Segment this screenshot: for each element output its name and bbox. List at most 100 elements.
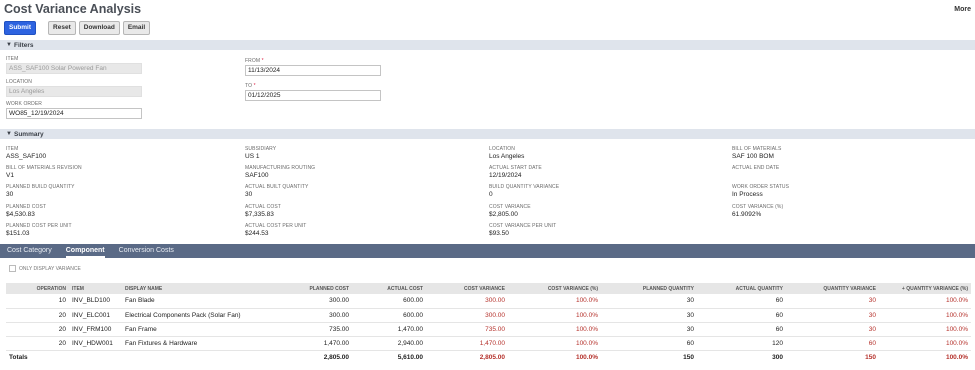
summary-field-value: 30 [245,191,253,198]
totals-cell [69,350,122,364]
tab-cost-category[interactable]: Cost Category [7,244,52,258]
table-cell: 10 [6,294,69,309]
summary-field-label: BUILD QUANTITY VARIANCE [489,184,560,190]
summary-field-value: 61.9092% [732,211,762,218]
table-cell: 300.00 [426,308,508,323]
summary-field-value: 12/19/2024 [489,172,522,179]
table-cell: 60 [786,336,879,351]
table-cell: 100.0% [508,336,601,351]
summary-field-label: BILL OF MATERIALS REVISION [6,165,82,171]
table-cell: 735.00 [426,322,508,337]
download-button[interactable]: Download [78,21,120,35]
summary-field-label: ACTUAL COST PER UNIT [245,223,307,229]
to-label-text: TO [245,83,253,89]
summary-field-label: PLANNED COST [6,204,47,210]
summary-field-value: Los Angeles [489,153,525,160]
totals-cell [122,350,287,364]
summary-field-value: $151.03 [6,230,30,237]
table-cell: 1,470.00 [426,336,508,351]
page-title: Cost Variance Analysis [4,2,142,16]
summary-field-label: ACTUAL COST [245,204,281,210]
table-cell: 30 [601,308,697,323]
filter-to-label: TO * [245,83,381,89]
location-field: Los Angeles [6,86,142,97]
required-marker: * [261,58,264,64]
table-cell: 60 [697,322,786,337]
reset-button[interactable]: Reset [48,21,76,35]
filter-from: FROM * 11/13/2024 [245,58,381,76]
column-header[interactable]: COST VARIANCE [426,283,508,294]
summary-field: ACTUAL COST $7,335.83 [245,204,281,218]
summary-field: COST VARIANCE (%) 61.9092% [732,204,783,218]
from-date-field[interactable]: 11/13/2024 [245,65,381,76]
tab-conversion-costs[interactable]: Conversion Costs [119,244,174,258]
table-cell: 100.0% [879,336,971,351]
totals-cell: 150 [683,353,694,361]
summary-field-label: ACTUAL END DATE [732,165,780,171]
totals-cell: 5,610.00 [397,353,423,361]
filter-location-label: LOCATION [6,79,32,85]
table-cell: 20 [6,336,69,351]
totals-cell: 150 [865,353,876,361]
totals-cell: 300 [772,353,783,361]
column-header[interactable]: DISPLAY NAME [122,283,287,294]
summary-field-label: COST VARIANCE (%) [732,204,784,210]
required-marker: * [253,83,256,89]
summary-field: ACTUAL COST PER UNIT $244.53 [245,223,306,237]
summary-field-label: PLANNED COST PER UNIT [6,223,72,229]
summary-field-value: $244.53 [245,230,269,237]
summary-field-label: COST VARIANCE PER UNIT [489,223,557,229]
summary-section-header[interactable]: ▼ Summary [0,129,975,139]
summary-field: BILL OF MATERIALS REVISION V1 [6,165,82,179]
table-cell: 60 [697,294,786,309]
column-header[interactable]: ACTUAL COST [352,283,426,294]
table-cell: 100.0% [879,294,971,309]
table-cell: 20 [6,308,69,323]
table-cell: 60 [601,336,697,351]
only-display-variance-checkbox[interactable] [9,265,16,272]
column-header[interactable]: ITEM [69,283,122,294]
table-cell: Fan Frame [122,322,287,337]
column-header[interactable]: + QUANTITY VARIANCE (%) [879,283,971,294]
summary-field-label: SUBSIDIARY [245,146,277,152]
summary-field: ITEM ASS_SAF100 [6,146,46,160]
chevron-down-icon: ▼ [6,131,12,137]
chevron-down-icon: ▼ [6,42,12,48]
more-menu[interactable]: More [954,6,971,13]
summary-field: PLANNED BUILD QUANTITY 30 [6,184,75,198]
table-cell: 300.00 [287,294,352,309]
table-cell: INV_BLD100 [69,294,122,309]
column-header[interactable]: PLANNED COST [287,283,352,294]
table-cell: 30 [601,322,697,337]
summary-field-value: US 1 [245,153,260,160]
email-button[interactable]: Email [122,21,151,35]
table-cell: 60 [697,308,786,323]
summary-field: ACTUAL START DATE 12/19/2024 [489,165,542,179]
submit-button[interactable]: Submit [4,21,37,35]
column-header[interactable]: PLANNED QUANTITY [601,283,697,294]
filters-section-header[interactable]: ▼ Filters [0,40,975,50]
table-cell: INV_HDW001 [69,336,122,351]
summary-field-value: $4,530.83 [6,211,35,218]
only-display-variance[interactable]: ONLY DISPLAY VARIANCE [9,265,81,272]
table-cell: 100.0% [879,308,971,323]
summary-field: BILL OF MATERIALS SAF 100 BOM [732,146,782,160]
summary-field-label: ITEM [6,146,19,152]
work-order-field[interactable]: WO85_12/19/2024 [6,108,142,119]
toolbar: Submit Reset Download Email [4,21,151,35]
table-cell: 30 [786,308,879,323]
summary-field: SUBSIDIARY US 1 [245,146,276,160]
totals-row: Totals 2,805.00 5,610.00 2,805.00 100.0% 150 3… [6,350,971,364]
column-header[interactable]: COST VARIANCE (%) [508,283,601,294]
summary-field: COST VARIANCE PER UNIT $93.50 [489,223,556,237]
summary-field-value: V1 [6,172,14,179]
column-header[interactable]: ACTUAL QUANTITY [697,283,786,294]
tab-component[interactable]: Component [65,244,105,258]
summary-field-label: LOCATION [489,146,515,152]
table-row: 10 INV_BLD100 Fan Blade 300.00 600.00 300.00 1… [6,294,971,309]
column-header[interactable]: QUANTITY VARIANCE [786,283,879,294]
summary-field: WORK ORDER STATUS In Process [732,184,789,198]
column-header[interactable]: OPERATION [6,283,69,294]
filter-from-label: FROM * [245,58,381,64]
to-date-field[interactable]: 01/12/2025 [245,90,381,101]
